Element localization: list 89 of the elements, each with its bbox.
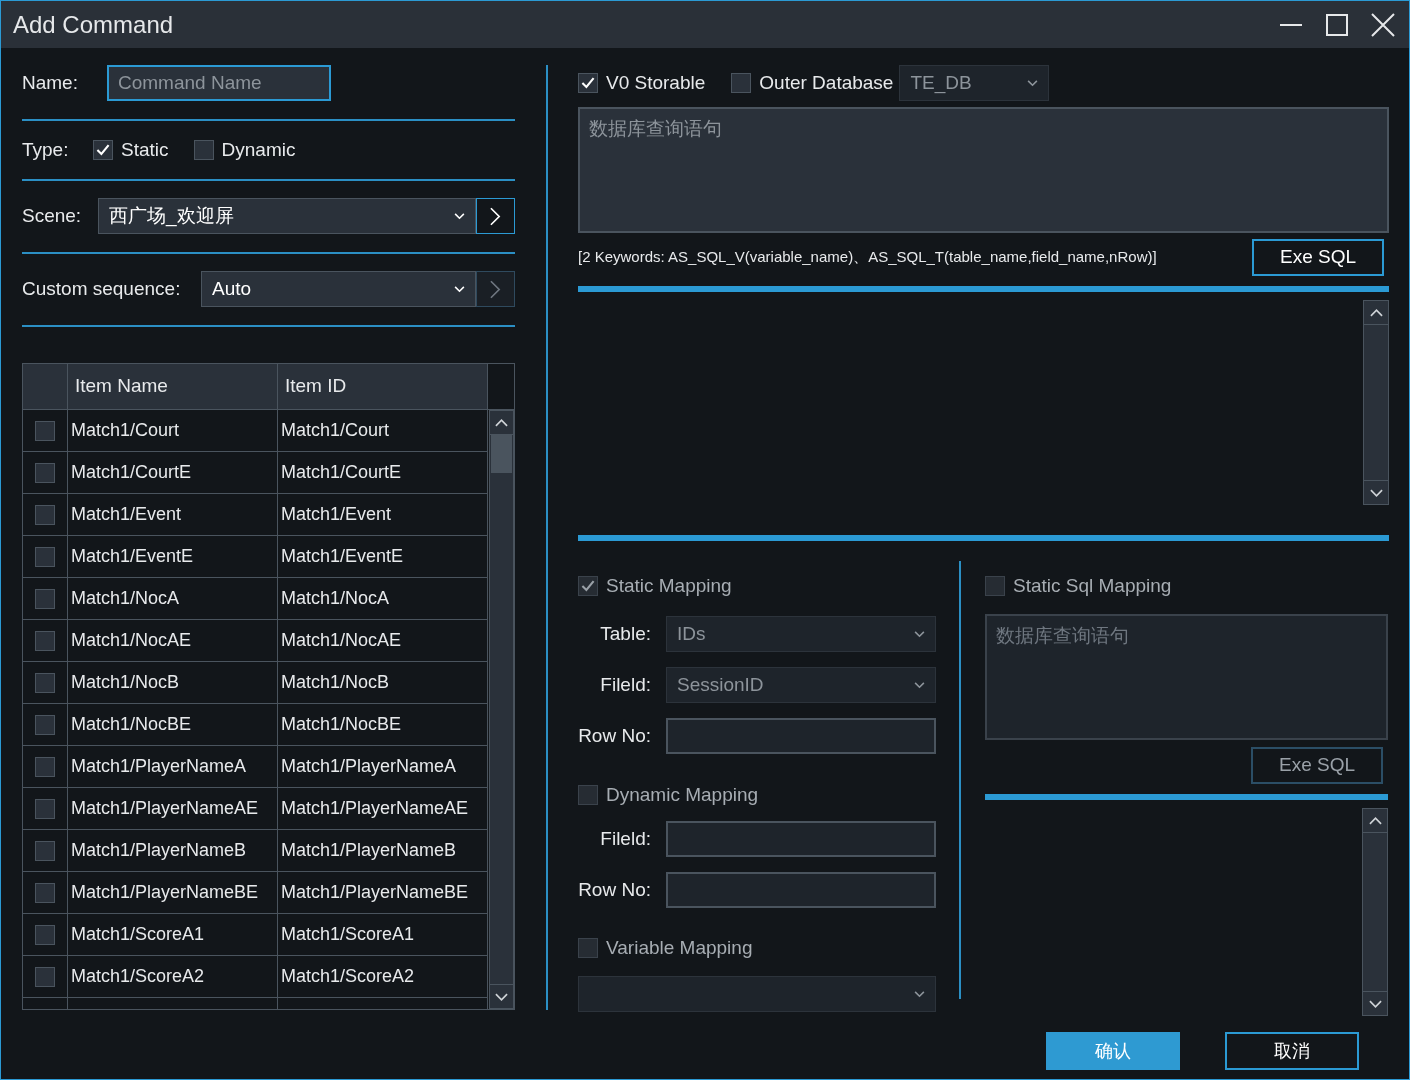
checkbox[interactable] xyxy=(35,798,55,819)
window-title: Add Command xyxy=(13,9,174,40)
dropdown[interactable]: 西广场_欢迎屏 xyxy=(98,198,476,234)
field-label: Row No: xyxy=(578,877,651,902)
table-cell: Match1/PlayerNameB xyxy=(278,830,488,871)
table-cell: Match1/NocAE xyxy=(278,620,488,661)
checkbox-label: Static Mapping xyxy=(606,573,732,598)
checkbox-label: Outer Database xyxy=(759,70,894,95)
checkbox[interactable] xyxy=(35,588,55,609)
maximize-icon[interactable] xyxy=(1325,12,1349,37)
table-cell: Match1/EventE xyxy=(278,536,488,577)
checkbox[interactable] xyxy=(35,756,55,777)
table-cell: Match1/ScoreA2 xyxy=(278,956,488,997)
scrollbar[interactable] xyxy=(1363,300,1389,505)
table-cell: Match1/PlayerNameA xyxy=(68,746,278,787)
table-cell: Match1/NocAE xyxy=(68,620,278,661)
table-cell: Match1/PlayerNameA xyxy=(278,746,488,787)
checkbox[interactable] xyxy=(35,462,55,483)
field-label: Table: xyxy=(599,621,651,646)
field-label: Type: xyxy=(22,137,70,162)
table-cell: Match1/Court xyxy=(278,410,488,451)
checkbox[interactable] xyxy=(35,420,55,441)
table-cell: Match1/PlayerNameAE xyxy=(68,788,278,829)
field-label: Fileld: xyxy=(599,826,651,851)
chevron-down-icon xyxy=(914,990,925,998)
checkbox-label: Dynamic Mapping xyxy=(606,782,759,807)
text-input[interactable] xyxy=(666,821,936,857)
text-input[interactable] xyxy=(666,872,936,908)
table-cell: Match1/ScoreA1 xyxy=(68,914,278,955)
checkbox[interactable] xyxy=(35,924,55,945)
checkbox[interactable] xyxy=(35,504,55,525)
table-cell: Match1/Event xyxy=(68,494,278,535)
next-button[interactable] xyxy=(476,198,515,234)
table-cell: Match1/ScoreA1 xyxy=(278,914,488,955)
checkbox[interactable] xyxy=(35,546,55,567)
table-cell: Match1/CourtE xyxy=(68,452,278,493)
checkbox[interactable] xyxy=(193,140,214,160)
checkbox[interactable] xyxy=(578,73,598,93)
checkbox[interactable] xyxy=(35,966,55,987)
table-cell: Match1/CourtE xyxy=(278,452,488,493)
field-label: Scene: xyxy=(22,203,83,228)
name-input[interactable]: Command Name xyxy=(107,65,331,101)
table-cell: Match1/Event xyxy=(278,494,488,535)
column-header: Item ID xyxy=(278,364,488,409)
exe-sql-button[interactable]: Exe SQL xyxy=(1252,239,1384,276)
field-label: Fileld: xyxy=(599,672,651,697)
checkbox[interactable] xyxy=(35,714,55,735)
field-label: Custom sequence: xyxy=(22,276,182,301)
close-icon[interactable] xyxy=(1371,12,1395,37)
chevron-down-icon xyxy=(914,681,925,689)
table-cell: Match1/NocA xyxy=(278,578,488,619)
checkbox-label: Static Sql Mapping xyxy=(1013,573,1172,598)
checkbox-label: Static xyxy=(121,137,169,162)
chevron-down-icon xyxy=(454,212,465,220)
table-cell: Match1/PlayerNameAE xyxy=(278,788,488,829)
chevron-down-icon xyxy=(454,285,465,293)
table-cell: Match1/EventE xyxy=(68,536,278,577)
query-text-area[interactable]: 数据库查询语句 xyxy=(578,107,1389,233)
checkbox-label: V0 Storable xyxy=(606,70,706,95)
table-cell: Match1/PlayerNameBE xyxy=(68,872,278,913)
dropdown[interactable]: Auto xyxy=(201,271,476,307)
table-cell: Match1/PlayerNameBE xyxy=(278,872,488,913)
checkbox[interactable] xyxy=(35,840,55,861)
table-cell: Match1/NocBE xyxy=(68,704,278,745)
scrollbar[interactable] xyxy=(1362,808,1388,1016)
text-input[interactable] xyxy=(666,718,936,754)
table-cell: Match1/NocBE xyxy=(278,704,488,745)
chevron-down-icon xyxy=(1027,79,1039,87)
checkbox-label: Variable Mapping xyxy=(606,935,753,960)
table-cell: Match1/NocA xyxy=(68,578,278,619)
scrollbar-thumb[interactable] xyxy=(491,435,512,473)
cancel-button[interactable]: 取消 xyxy=(1225,1032,1359,1070)
table-cell: Match1/PlayerNameB xyxy=(68,830,278,871)
table-cell: Match1/Court xyxy=(68,410,278,451)
chevron-down-icon xyxy=(914,630,925,638)
table-cell: Match1/ScoreA2 xyxy=(68,956,278,997)
keywords-hint: [2 Keywords: AS_SQL_V(variable_name)、AS_SQL_T(table_name,field_name,nRow)] xyxy=(578,247,1157,268)
checkbox-label: Dynamic xyxy=(221,137,296,162)
field-label: Row No: xyxy=(578,723,651,748)
field-label: Name: xyxy=(22,70,79,95)
checkbox[interactable] xyxy=(35,882,55,903)
scrollbar[interactable] xyxy=(489,410,514,1009)
column-header: Item Name xyxy=(68,364,278,409)
checkbox[interactable] xyxy=(93,140,113,160)
table-cell: Match1/NocB xyxy=(278,662,488,703)
checkbox[interactable] xyxy=(35,672,55,693)
checkbox[interactable] xyxy=(731,73,752,93)
checkbox[interactable] xyxy=(35,630,55,651)
table-cell: Match1/NocB xyxy=(68,662,278,703)
